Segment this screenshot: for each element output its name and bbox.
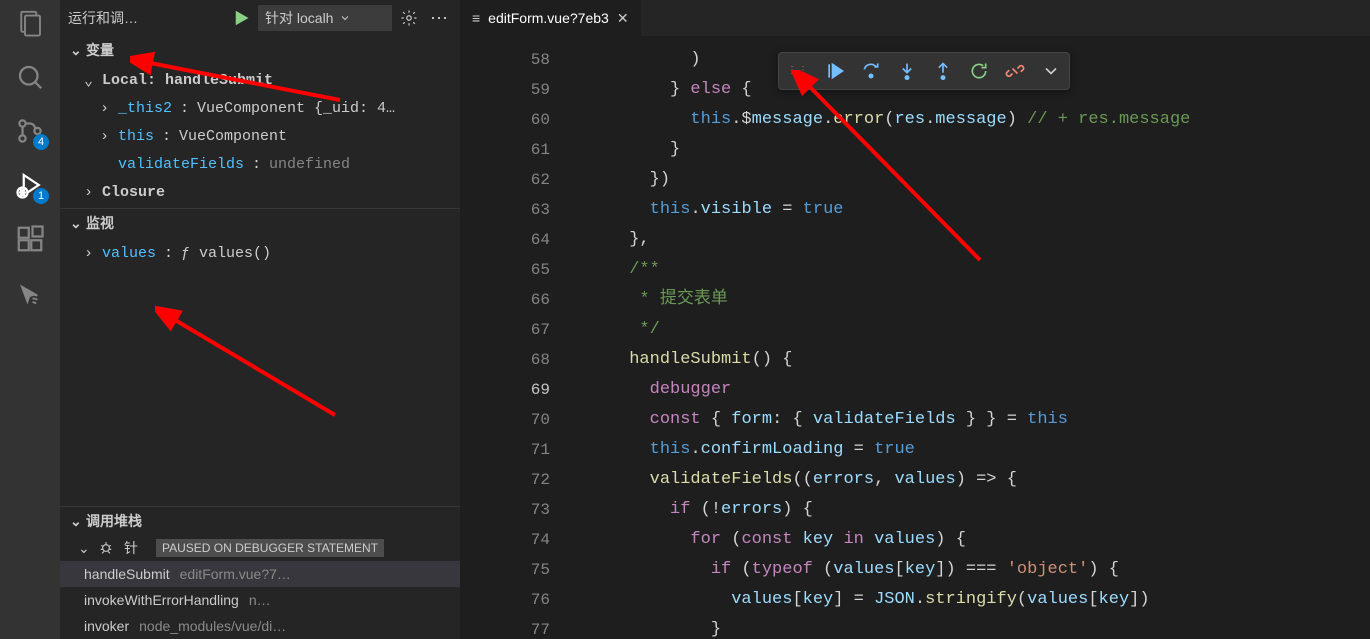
scope-closure-label: Closure (102, 184, 165, 201)
watch-tree: ›values:ƒ values() (60, 237, 460, 269)
step-out-button[interactable] (933, 61, 953, 81)
watch-label: 监视 (86, 213, 114, 233)
cursor-icon[interactable] (15, 282, 45, 312)
line-gutter: 5859606162636465666768▷69707172737475767… (460, 36, 568, 639)
run-debug-title: 运行和调… (68, 8, 224, 28)
debug-badge: 1 (33, 188, 49, 204)
stack-frame[interactable]: handleSubmiteditForm.vue?7… (60, 561, 460, 587)
debug-config-label: 针对 localh (265, 8, 333, 28)
start-debug-button[interactable] (232, 9, 250, 27)
stack-frame[interactable]: invokeWithErrorHandlingn… (60, 587, 460, 613)
debug-sidebar: 运行和调… 针对 localh ⋯ ⌄变量 ⌄Local: handleSubm… (60, 0, 460, 639)
grip-icon[interactable]: ⋮⋮ (787, 65, 809, 77)
scope-local-label: Local: handleSubmit (102, 72, 273, 89)
watch-row[interactable]: ›values:ƒ values() (60, 239, 460, 267)
variables-label: 变量 (86, 40, 114, 60)
callstack-header[interactable]: ⌄调用堆栈 (60, 506, 460, 535)
disconnect-button[interactable] (1005, 61, 1025, 81)
step-into-button[interactable] (897, 61, 917, 81)
scope-closure[interactable]: ›Closure (60, 178, 460, 206)
restart-button[interactable] (969, 61, 989, 81)
search-icon[interactable] (15, 62, 45, 92)
debug-config-select[interactable]: 针对 localh (258, 5, 392, 31)
callstack-label: 调用堆栈 (86, 511, 142, 531)
more-debug-icon[interactable] (1041, 61, 1061, 81)
step-over-button[interactable] (861, 61, 881, 81)
stack-frame[interactable]: invokernode_modules/vue/di… (60, 613, 460, 639)
more-icon[interactable]: ⋯ (426, 8, 452, 29)
var-row[interactable]: ›this:VueComponent (60, 122, 460, 150)
continue-button[interactable] (825, 61, 845, 81)
variables-section-header[interactable]: ⌄变量 (60, 36, 460, 64)
thread-row[interactable]: ⌄ 针 PAUSED ON DEBUGGER STATEMENT (60, 535, 460, 561)
variables-tree: ⌄Local: handleSubmit ›_this2:VueComponen… (60, 64, 460, 208)
thread-label: 针 (124, 538, 138, 558)
editor-tab[interactable]: ≡ editForm.vue?7eb3 ✕ (460, 0, 641, 36)
gear-icon[interactable] (400, 9, 418, 27)
vue-file-icon: ≡ (472, 10, 480, 26)
var-row[interactable]: ›_this2:VueComponent {_uid: 4… (60, 94, 460, 122)
tab-title: editForm.vue?7eb3 (488, 10, 609, 26)
watch-section-header[interactable]: ⌄监视 (60, 208, 460, 237)
var-row[interactable]: ›validateFields:undefined (60, 150, 460, 178)
editor-body[interactable]: 5859606162636465666768▷69707172737475767… (460, 36, 1370, 639)
bug-icon (98, 540, 114, 556)
scope-local[interactable]: ⌄Local: handleSubmit (60, 66, 460, 94)
scm-badge: 4 (33, 134, 49, 150)
scm-icon[interactable]: 4 (15, 116, 45, 146)
explorer-icon[interactable] (15, 8, 45, 38)
tab-bar: ≡ editForm.vue?7eb3 ✕ (460, 0, 1370, 36)
debug-icon[interactable]: 1 (15, 170, 45, 200)
code-area[interactable]: ) } else { this.$message.error(res.messa… (568, 36, 1370, 639)
debug-toolbar[interactable]: ⋮⋮ (778, 52, 1070, 90)
extensions-icon[interactable] (15, 224, 45, 254)
activity-bar: 4 1 (0, 0, 60, 639)
callstack-section: ⌄调用堆栈 ⌄ 针 PAUSED ON DEBUGGER STATEMENT h… (60, 506, 460, 639)
run-debug-header: 运行和调… 针对 localh ⋯ (60, 0, 460, 36)
editor-area: ≡ editForm.vue?7eb3 ✕ 585960616263646566… (460, 0, 1370, 639)
close-icon[interactable]: ✕ (617, 10, 629, 27)
paused-pill: PAUSED ON DEBUGGER STATEMENT (156, 539, 384, 557)
